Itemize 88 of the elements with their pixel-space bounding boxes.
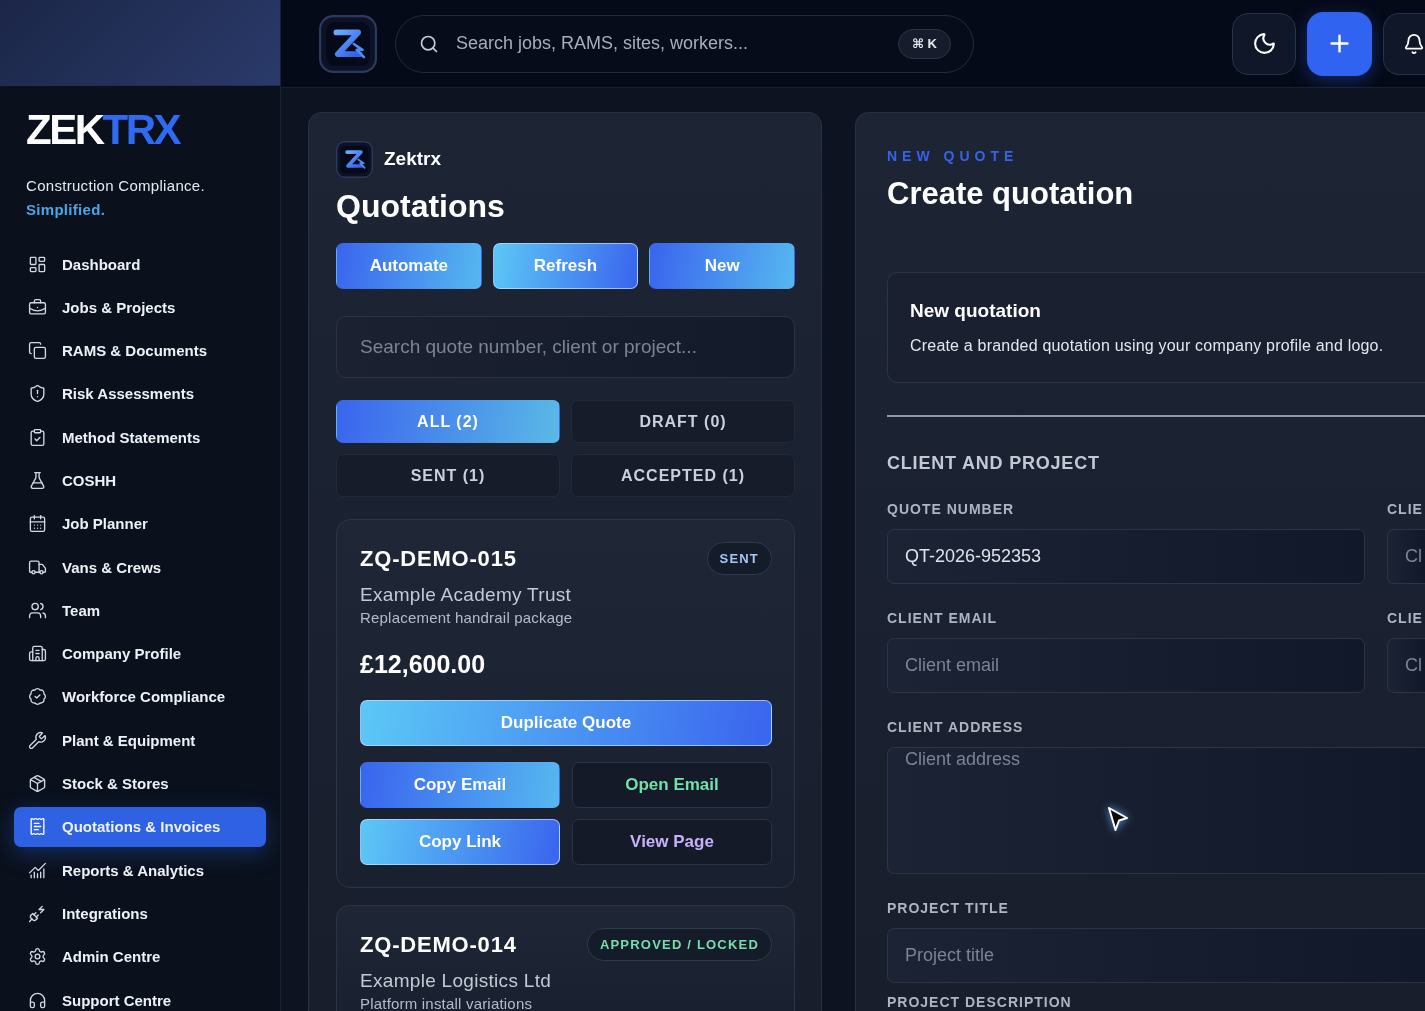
logo-icon: [319, 14, 377, 73]
input-field[interactable]: Project title: [887, 928, 1425, 983]
keyboard-shortcut: ⌘ K: [897, 28, 951, 59]
building-icon: [28, 644, 47, 664]
project-name: Replacement handrail package: [360, 608, 573, 627]
headphones-icon: [28, 990, 47, 1010]
input-field[interactable]: Cl: [1387, 529, 1425, 584]
status-tag: SENT: [706, 542, 772, 575]
add-button[interactable]: [1307, 11, 1372, 76]
quote-amount: £12,600.00: [360, 649, 486, 680]
sidebar-nav-item[interactable]: Team: [14, 590, 266, 631]
sidebar-nav-item[interactable]: Dashboard: [14, 244, 266, 284]
sidebar-nav-item[interactable]: Support Centre: [14, 980, 266, 1011]
briefcase-icon: [28, 297, 47, 317]
field-label: PROJECT DESCRIPTION: [887, 995, 1072, 1009]
field-label: CLIENT ADDRESS: [887, 719, 1024, 735]
chart-icon: [28, 860, 47, 880]
sidebar-nav-item[interactable]: Admin Centre: [14, 936, 266, 977]
copy-icon: [28, 341, 47, 361]
search-icon: [419, 33, 439, 54]
moon-icon: [1251, 31, 1277, 56]
field-label: CLIE: [1387, 610, 1423, 626]
receipt-icon: [28, 817, 47, 837]
shield-icon: [28, 384, 47, 404]
field-label: QUOTE NUMBER: [887, 501, 1015, 517]
tagline: Construction Compliance.: [26, 176, 205, 196]
input-field[interactable]: QT-2026-952353: [887, 529, 1365, 584]
sidebar-nav-item[interactable]: Method Statements: [14, 417, 266, 458]
filter-tab[interactable]: DRAFT (0): [571, 400, 795, 443]
logo-icon: [336, 140, 373, 178]
users-icon: [28, 600, 47, 620]
filter-tab[interactable]: ACCEPTED (1): [571, 454, 795, 497]
quote-search-field[interactable]: Search quote number, client or project...: [336, 316, 795, 378]
brand-name: Zektrx: [384, 148, 442, 170]
badge-check-icon: [28, 687, 47, 707]
bell-icon: [1403, 32, 1425, 55]
sidebar-nav-item[interactable]: Stock & Stores: [14, 763, 266, 804]
dashboard-icon: [28, 254, 47, 274]
sidebar-nav-item[interactable]: Company Profile: [14, 633, 266, 674]
filter-tab[interactable]: ALL (2): [336, 400, 560, 443]
eyebrow-label: NEW QUOTE: [887, 147, 1019, 165]
wrench-icon: [28, 730, 47, 750]
notifications-button[interactable]: [1383, 12, 1425, 75]
flask-icon: [28, 471, 47, 490]
section-heading: CLIENT AND PROJECT: [887, 452, 1100, 475]
plug-icon: [28, 903, 47, 923]
card-action-button[interactable]: Copy Email: [360, 762, 560, 808]
notice-text: Create a branded quotation using your company profile and logo.: [910, 336, 1384, 356]
field-label: CLIENT EMAIL: [887, 610, 997, 626]
tagline-accent: Simplified.: [26, 200, 106, 220]
sidebar-nav-item[interactable]: Workforce Compliance: [14, 676, 266, 717]
quote-number: ZQ-DEMO-015: [360, 545, 517, 572]
filter-tab[interactable]: SENT (1): [336, 454, 560, 497]
client-name: Example Academy Trust: [360, 583, 572, 607]
sidebar-nav-item[interactable]: Quotations & Invoices: [14, 806, 266, 847]
client-name: Example Logistics Ltd: [360, 969, 552, 993]
input-field[interactable]: Client email: [887, 638, 1365, 693]
search-field[interactable]: Search jobs, RAMS, sites, workers... ⌘ K: [395, 14, 974, 73]
project-name: Platform install variations: [360, 994, 533, 1011]
sidebar-nav-item[interactable]: Jobs & Projects: [14, 287, 266, 328]
sidebar-nav-item[interactable]: Reports & Analytics: [14, 850, 266, 891]
sidebar-nav-item[interactable]: Integrations: [14, 893, 266, 934]
truck-icon: [28, 557, 47, 577]
package-icon: [28, 774, 47, 794]
form-title: Create quotation: [887, 175, 1134, 213]
field-label: PROJECT TITLE: [887, 900, 1009, 916]
textarea-field[interactable]: Client address: [887, 747, 1425, 874]
input-field[interactable]: Cl: [1387, 638, 1425, 693]
field-label: CLIE: [1387, 501, 1423, 517]
settings-icon: [28, 947, 47, 967]
sidebar-nav-item[interactable]: Plant & Equipment: [14, 720, 266, 761]
pointer-cursor-icon: [1106, 806, 1130, 834]
sidebar-nav-item[interactable]: Job Planner: [14, 503, 266, 544]
card-action-button[interactable]: Open Email: [572, 762, 772, 808]
status-tag: APPROVED / LOCKED: [586, 928, 772, 961]
panel-title: Quotations: [336, 187, 505, 226]
quote-number: ZQ-DEMO-014: [360, 931, 517, 958]
sidebar-nav-item[interactable]: COSHH: [14, 460, 266, 501]
theme-toggle-button[interactable]: [1232, 12, 1296, 75]
clipboard-check-icon: [28, 427, 47, 447]
search-input[interactable]: Search jobs, RAMS, sites, workers...: [456, 33, 886, 54]
sidebar-nav-item[interactable]: RAMS & Documents: [14, 330, 266, 371]
sidebar-nav-item[interactable]: Vans & Crews: [14, 547, 266, 588]
notice-title: New quotation: [910, 299, 1041, 323]
card-action-button[interactable]: View Page: [572, 819, 772, 865]
sidebar-nav-item[interactable]: Risk Assessments: [14, 373, 266, 414]
calendar-icon: [28, 514, 47, 534]
brand-wordmark: ZEKTRX: [26, 108, 179, 152]
